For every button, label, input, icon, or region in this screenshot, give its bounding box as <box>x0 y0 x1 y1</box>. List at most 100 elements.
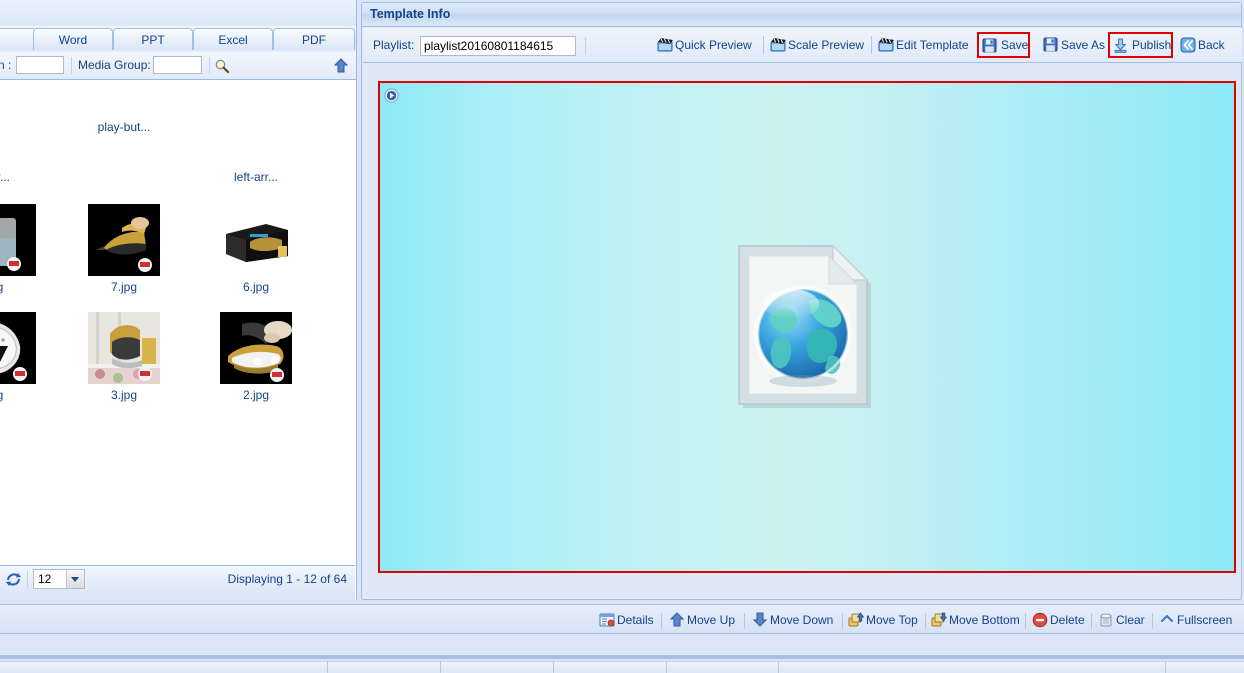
clear-button[interactable]: Clear <box>1097 609 1145 631</box>
thumbnail-caption: g <box>0 280 66 294</box>
publish-button[interactable]: Publish <box>1108 32 1174 58</box>
list-item[interactable]: 3.jpg <box>58 312 190 402</box>
fullscreen-button[interactable]: Fullscreen <box>1158 609 1232 631</box>
scale-preview-button[interactable]: Scale Preview <box>768 34 864 56</box>
publish-label: Publish <box>1132 38 1172 52</box>
thumbnail-image[interactable] <box>0 204 36 276</box>
move-bottom-label: Move Bottom <box>949 613 1020 627</box>
back-label: Back <box>1198 38 1225 52</box>
separator <box>585 37 586 55</box>
thumbnail-image[interactable] <box>220 204 292 276</box>
thumbnail-image[interactable] <box>88 312 160 384</box>
thumbnail-caption: 3.jpg <box>110 388 138 402</box>
separator <box>27 571 28 588</box>
tab-word-label: Word <box>58 33 88 47</box>
grid-column-divider[interactable] <box>778 661 779 673</box>
tab-ppt-label: PPT <box>141 33 165 47</box>
edit-template-button[interactable]: Edit Template <box>876 34 969 56</box>
delete-circle-icon <box>1032 612 1048 628</box>
page-size-select[interactable]: 12 <box>33 569 85 589</box>
clapperboard-icon <box>657 37 673 53</box>
move-down-label: Move Down <box>770 613 834 627</box>
application-window: Word PPT Excel PDF n : Media Group: <box>0 0 1244 673</box>
list-item[interactable]: g <box>0 312 66 402</box>
fullscreen-label: Fullscreen <box>1177 613 1233 627</box>
displaying-status: Displaying 1 - 12 of 64 <box>227 572 347 586</box>
clapperboard-icon <box>878 37 894 53</box>
list-item[interactable]: g <box>0 204 66 294</box>
edit-template-label: Edit Template <box>896 38 969 52</box>
separator <box>842 613 843 629</box>
page-title: Template Info <box>370 7 451 21</box>
list-item[interactable]: play-but... <box>58 116 190 134</box>
refresh-icon[interactable] <box>5 571 22 588</box>
list-item[interactable]: left-arr... <box>190 166 322 184</box>
media-thumbnail-grid[interactable]: play-but... ar... left-arr... <box>0 80 355 565</box>
up-arrow-icon[interactable] <box>334 58 348 73</box>
tab-partial-left[interactable] <box>0 28 36 50</box>
move-down-button[interactable]: Move Down <box>751 609 833 631</box>
download-icon <box>1113 38 1129 54</box>
thumbnail-caption: play-but... <box>97 120 151 134</box>
separator <box>71 57 72 74</box>
html-document-globe-icon <box>733 238 881 416</box>
separator <box>1152 613 1153 629</box>
media-group-input[interactable] <box>153 56 202 74</box>
playlist-input[interactable] <box>420 36 576 56</box>
separator <box>209 57 210 74</box>
media-search-bar: n : Media Group: <box>0 52 356 80</box>
template-preview-canvas[interactable] <box>378 81 1236 573</box>
grid-column-divider[interactable] <box>553 661 554 673</box>
back-button[interactable]: Back <box>1178 34 1225 56</box>
left-panel-bottom-filler <box>0 592 355 600</box>
media-type-tabstrip: Word PPT Excel PDF <box>0 26 356 53</box>
magnifier-icon[interactable] <box>214 58 230 74</box>
template-info-panel: Template Info Playlist: Quick Preview <box>361 2 1242 600</box>
grid-column-divider[interactable] <box>666 661 667 673</box>
details-label: Details <box>617 613 654 627</box>
tab-excel[interactable]: Excel <box>193 28 273 50</box>
delete-button[interactable]: Delete <box>1031 609 1085 631</box>
tab-word[interactable]: Word <box>33 28 113 50</box>
list-item[interactable]: 6.jpg <box>190 204 322 294</box>
separator <box>871 36 872 54</box>
playlist-label: Playlist: <box>373 38 415 52</box>
trash-icon <box>1099 612 1115 628</box>
details-icon <box>599 612 615 628</box>
move-up-button[interactable]: Move Up <box>668 609 735 631</box>
thumbnail-image[interactable] <box>220 312 292 384</box>
chevron-down-icon[interactable] <box>66 570 84 588</box>
save-button[interactable]: Save <box>977 32 1031 58</box>
thumbnail-image[interactable] <box>0 312 36 384</box>
tab-pdf-label: PDF <box>302 33 326 47</box>
thumbnail-caption: 2.jpg <box>242 388 270 402</box>
tab-ppt[interactable]: PPT <box>113 28 193 50</box>
list-item[interactable]: 7.jpg <box>58 204 190 294</box>
save-as-label: Save As <box>1061 38 1106 52</box>
thumbnail-caption: left-arr... <box>233 170 278 184</box>
move-top-icon <box>848 612 864 628</box>
grid-column-divider[interactable] <box>440 661 441 673</box>
move-bottom-button[interactable]: Move Bottom <box>930 609 1020 631</box>
save-as-button[interactable]: Save As <box>1041 34 1105 56</box>
down-arrow-icon <box>753 612 769 628</box>
separator <box>763 36 764 54</box>
name-filter-input[interactable] <box>16 56 64 74</box>
tab-pdf[interactable]: PDF <box>273 28 355 50</box>
media-group-label: Media Group: <box>78 58 151 72</box>
clear-label: Clear <box>1116 613 1145 627</box>
quick-preview-button[interactable]: Quick Preview <box>655 34 752 56</box>
name-filter-label: n : <box>0 58 12 72</box>
template-toolbar: Playlist: Quick Preview <box>363 28 1242 63</box>
floppy-icon <box>1043 37 1059 53</box>
details-button[interactable]: Details <box>598 609 654 631</box>
thumbnail-image[interactable] <box>88 204 160 276</box>
tab-excel-label: Excel <box>218 33 248 47</box>
play-circle-icon[interactable] <box>384 88 399 103</box>
list-item[interactable]: ar... <box>0 166 66 184</box>
bottom-grid-strip <box>0 637 1244 673</box>
grid-column-divider[interactable] <box>1165 661 1166 673</box>
list-item[interactable]: 2.jpg <box>190 312 322 402</box>
move-top-button[interactable]: Move Top <box>847 609 918 631</box>
grid-column-divider[interactable] <box>327 661 328 673</box>
